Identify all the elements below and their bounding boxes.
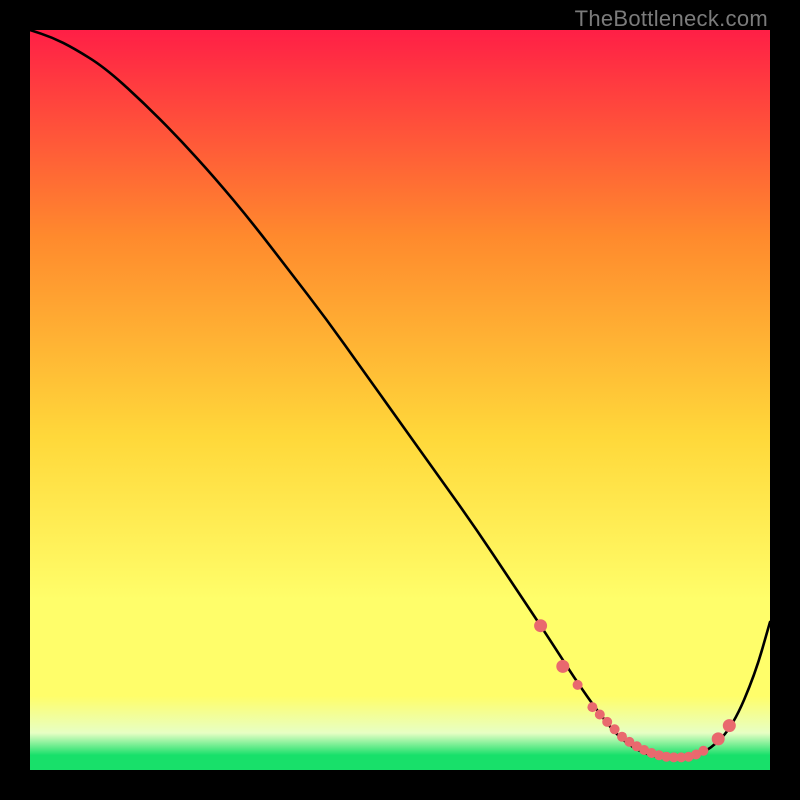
- sweet-spot-dot: [712, 732, 725, 745]
- sweet-spot-dot: [602, 717, 612, 727]
- sweet-spot-dot: [573, 680, 583, 690]
- sweet-spot-dots: [534, 619, 736, 762]
- sweet-spot-dot: [556, 660, 569, 673]
- plot-area: [30, 30, 770, 770]
- sweet-spot-dot: [595, 710, 605, 720]
- chart-stage: TheBottleneck.com: [0, 0, 800, 800]
- watermark-label: TheBottleneck.com: [575, 6, 768, 32]
- bottleneck-curve: [30, 30, 770, 759]
- sweet-spot-dot: [587, 702, 597, 712]
- sweet-spot-dot: [723, 719, 736, 732]
- sweet-spot-dot: [534, 619, 547, 632]
- sweet-spot-dot: [610, 724, 620, 734]
- sweet-spot-dot: [698, 746, 708, 756]
- curve-layer: [30, 30, 770, 770]
